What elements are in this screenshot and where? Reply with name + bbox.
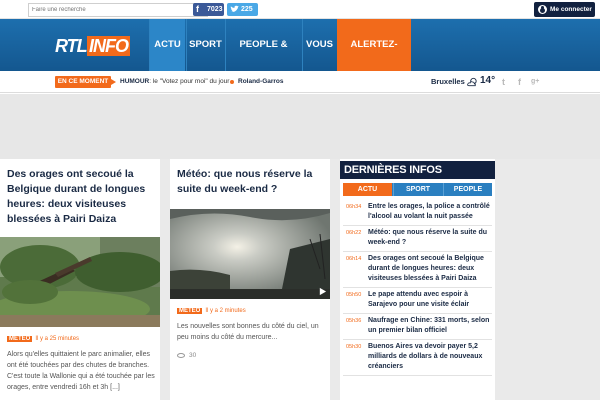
comment-count-value: 30 — [189, 352, 197, 359]
category-badge[interactable]: MÉTÉO — [177, 308, 203, 314]
sidebar-tabs: ACTU SPORT PEOPLE — [343, 183, 492, 196]
right-column-ad-area — [500, 159, 600, 400]
nav-people-buzz[interactable]: PEOPLE & BUZZ — [225, 19, 301, 102]
news-time: 06h34 — [346, 204, 362, 210]
news-time: 05h30 — [346, 344, 362, 350]
user-icon — [538, 5, 547, 14]
article-video-thumbnail[interactable] — [170, 209, 330, 299]
nav-actu[interactable]: ACTU — [149, 19, 185, 71]
latest-news-list: 06h34 Entre les orages, la police a cont… — [343, 200, 492, 376]
nav-alertez-nous[interactable]: ALERTEZ-NOUS — [337, 19, 411, 102]
tab-people[interactable]: PEOPLE — [443, 183, 492, 196]
site-header: RTL INFO ACTU SPORT PEOPLE & BUZZ VOUS A… — [0, 19, 600, 102]
page: f 7023 225 Me connecter RTL INFO ACTU SP… — [0, 0, 600, 400]
article-meta: MÉTÉO Il y a 25 minutes — [7, 335, 79, 344]
google-plus-icon[interactable]: g+ — [531, 77, 539, 87]
news-time: 06h14 — [346, 256, 362, 262]
list-item[interactable]: 06h22 Météo: que nous réserve la suite d… — [343, 226, 492, 252]
facebook-icon: f — [196, 4, 199, 14]
news-headline[interactable]: Entre les orages, la police a contrôlé l… — [368, 200, 492, 225]
list-item[interactable]: 05h30 Buenos Aires va devoir payer 5,2 m… — [343, 340, 492, 376]
news-headline[interactable]: Naufrage en Chine: 331 morts, selon un p… — [368, 314, 492, 339]
list-item[interactable]: 05h50 Le pape attendu avec espoir à Sara… — [343, 288, 492, 314]
latest-news-sidebar: DERNIÈRES INFOS ACTU SPORT PEOPLE 06h34 … — [340, 159, 495, 400]
news-time: 05h50 — [346, 292, 362, 298]
article-image-fallen-tree[interactable] — [0, 237, 160, 327]
comment-icon — [177, 352, 185, 358]
login-button[interactable]: Me connecter — [534, 2, 595, 17]
logo-rtl-text: RTL — [55, 36, 88, 56]
ticker-item-humour[interactable]: HUMOUR: le "Votez pour moi" du jour — [120, 77, 229, 87]
article-time: Il y a 25 minutes — [35, 336, 80, 342]
facebook-share-button[interactable]: f 7023 — [193, 3, 224, 16]
article-time: Il y a 2 minutes — [205, 308, 246, 314]
article-summary: Alors qu'elles quittaient le parc animal… — [7, 351, 155, 391]
news-headline[interactable]: Buenos Aires va devoir payer 5,2 milliar… — [368, 340, 492, 375]
ticker-separator-dot — [230, 80, 234, 84]
news-time: 05h36 — [346, 318, 362, 324]
twitter-icon[interactable]: t — [502, 77, 505, 87]
sidebar-title: DERNIÈRES INFOS — [340, 161, 495, 179]
facebook-icon[interactable]: f — [518, 77, 521, 87]
ticker-item-category: HUMOUR — [120, 78, 150, 85]
article-summary: Les nouvelles sont bonnes du côté du cie… — [177, 323, 319, 341]
article-card[interactable]: Des orages ont secoué la Belgique durant… — [0, 159, 160, 400]
article-meta: MÉTÉO Il y a 2 minutes — [177, 307, 246, 316]
news-headline[interactable]: Le pape attendu avec espoir à Sarajevo p… — [368, 288, 492, 313]
article-card[interactable]: Météo: que nous réserve la suite du week… — [170, 159, 330, 400]
logo-info-text: INFO — [87, 36, 130, 56]
comment-count[interactable]: 30 — [177, 351, 196, 360]
tab-actu[interactable]: ACTU — [343, 183, 392, 196]
cloud-icon — [467, 77, 477, 87]
twitter-icon — [230, 5, 239, 13]
ticker-item-text: : le "Votez pour moi" du jour — [149, 78, 230, 85]
login-label: Me connecter — [550, 6, 592, 13]
article-title[interactable]: Des orages ont secoué la Belgique durant… — [7, 167, 157, 227]
weather-city: Bruxelles — [431, 77, 465, 86]
facebook-count: 7023 — [207, 6, 223, 13]
ticker-item-roland-garros[interactable]: Roland-Garros — [238, 77, 284, 87]
category-badge[interactable]: MÉTÉO — [7, 336, 33, 342]
search-box[interactable] — [28, 3, 208, 17]
article-title[interactable]: Météo: que nous réserve la suite du week… — [177, 167, 327, 197]
advertisement-banner — [0, 94, 600, 159]
twitter-count: 225 — [241, 6, 253, 13]
news-headline[interactable]: Météo: que nous réserve la suite du week… — [368, 226, 492, 251]
news-ticker: EN CE MOMENT HUMOUR: le "Votez pour moi"… — [0, 71, 600, 93]
top-utility-bar: f 7023 225 Me connecter — [0, 0, 600, 19]
list-item[interactable]: 06h34 Entre les orages, la police a cont… — [343, 200, 492, 226]
tab-sport[interactable]: SPORT — [393, 183, 442, 196]
nav-vous[interactable]: VOUS — [302, 19, 336, 71]
nav-sport[interactable]: SPORT — [186, 19, 224, 71]
twitter-share-button[interactable]: 225 — [227, 3, 258, 16]
weather-temperature: 14° — [480, 75, 496, 86]
en-ce-moment-badge: EN CE MOMENT — [55, 76, 116, 88]
search-input[interactable] — [32, 5, 187, 16]
news-time: 06h22 — [346, 230, 362, 236]
news-headline[interactable]: Des orages ont secoué la Belgique durant… — [368, 252, 492, 287]
play-icon[interactable] — [318, 287, 327, 296]
list-item[interactable]: 06h14 Des orages ont secoué la Belgique … — [343, 252, 492, 288]
list-item[interactable]: 05h36 Naufrage en Chine: 331 morts, selo… — [343, 314, 492, 340]
